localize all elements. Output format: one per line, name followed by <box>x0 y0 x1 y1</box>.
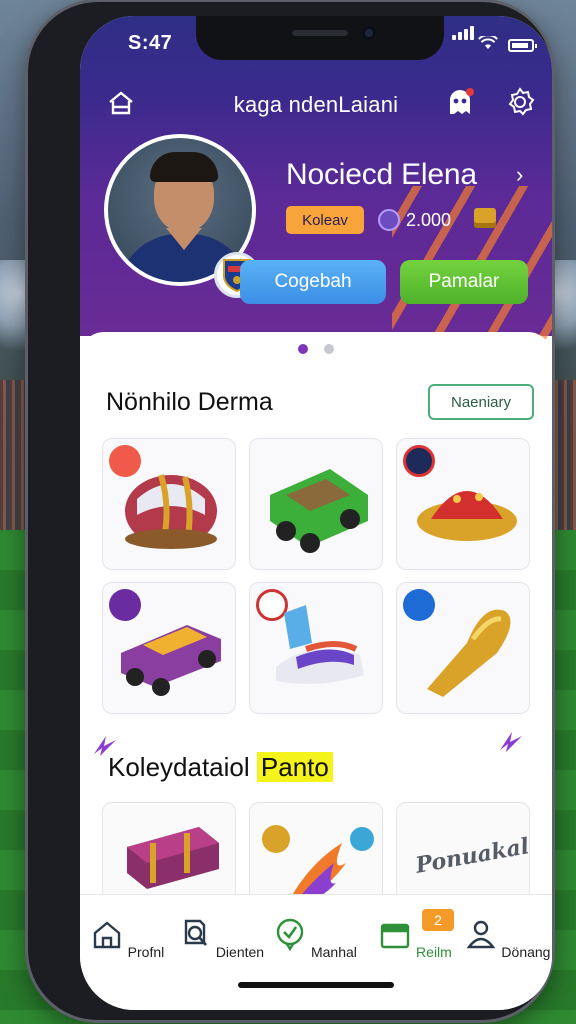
item-tile[interactable] <box>396 582 530 714</box>
item-tile[interactable] <box>102 582 236 714</box>
tab-search[interactable]: Dienten <box>176 917 266 960</box>
coin-amount: 2.000 <box>406 209 452 230</box>
wifi-icon <box>478 36 498 49</box>
toy-car-icon <box>121 625 221 696</box>
carousel-dots <box>80 344 552 354</box>
user-icon <box>466 920 495 949</box>
green-truck-icon <box>270 469 368 553</box>
check-shield-icon <box>276 918 304 952</box>
carousel-dot[interactable] <box>324 344 334 354</box>
chevron-right-icon[interactable]: › <box>516 162 523 188</box>
top-nav: kaga ndenLaiani <box>80 86 552 126</box>
mascot-icon[interactable] <box>444 86 476 118</box>
speaker <box>292 30 348 36</box>
settings-gear-icon[interactable] <box>504 86 536 118</box>
secondary-action-button[interactable]: Pamalar <box>400 260 528 304</box>
treasure-icon[interactable] <box>474 208 496 228</box>
tab-label: Dönang <box>501 944 551 960</box>
golden-shoe-icon <box>427 609 511 697</box>
tab-check[interactable]: Manhal <box>270 917 360 960</box>
brand-text: Ponuakal <box>413 833 530 879</box>
item-tile[interactable] <box>249 802 383 902</box>
home-indicator[interactable] <box>238 982 394 988</box>
player-tag: Koleav <box>286 206 364 234</box>
player-name: Nociecd Elena <box>286 158 477 191</box>
carousel-dot-active[interactable] <box>298 344 308 354</box>
lightning-icon <box>500 732 522 752</box>
primary-action-button[interactable]: Cogebah <box>240 260 386 304</box>
camera <box>362 26 376 40</box>
phone-screen: S:47 kaga ndenLaiani Nociecd Elena › Kol… <box>80 16 552 1010</box>
search-icon <box>184 919 207 946</box>
red-cap-icon <box>417 491 517 541</box>
item-tile[interactable]: Ponuakal <box>396 802 530 902</box>
battery-icon <box>508 39 537 52</box>
tab-label: Dienten <box>215 944 265 960</box>
section-title: Nönhilo Derma <box>106 388 273 416</box>
home-icon <box>93 921 120 949</box>
tab-label: Reilm <box>416 944 452 960</box>
item-tile[interactable] <box>102 438 236 570</box>
coin-icon <box>378 209 400 231</box>
section-title: Koleydataiol Panto <box>108 752 333 783</box>
item-tile[interactable] <box>102 802 236 902</box>
phone-frame: S:47 kaga ndenLaiani Nociecd Elena › Kol… <box>28 2 552 1020</box>
section-title-text: Koleydataiol <box>108 752 250 782</box>
notch <box>196 16 444 60</box>
item-tile[interactable] <box>249 438 383 570</box>
coin-balance: 2.000 <box>378 206 451 234</box>
app-title: kaga ndenLaiani <box>233 92 399 117</box>
calendar-icon <box>380 923 410 949</box>
section-title-highlight: Panto <box>256 752 333 782</box>
shoe-icon <box>276 605 364 684</box>
item-tile[interactable] <box>396 438 530 570</box>
tab-label: Profnl <box>127 944 165 960</box>
notification-badge: 2 <box>422 909 454 931</box>
tab-label: Manhal <box>310 944 357 960</box>
treasure-chest-icon <box>127 827 219 889</box>
item-tile[interactable] <box>249 582 383 714</box>
helmet-icon <box>125 474 217 549</box>
tab-profile[interactable]: Profnl <box>82 917 172 960</box>
status-time: S:47 <box>128 32 173 54</box>
bottom-tab-bar: Profnl Dienten Manhal Reilm 2 Dönang <box>80 894 552 1010</box>
fireball-icon <box>262 825 374 901</box>
section-action-button[interactable]: Naeniary <box>428 384 534 420</box>
tab-user[interactable]: Dönang <box>462 917 552 960</box>
